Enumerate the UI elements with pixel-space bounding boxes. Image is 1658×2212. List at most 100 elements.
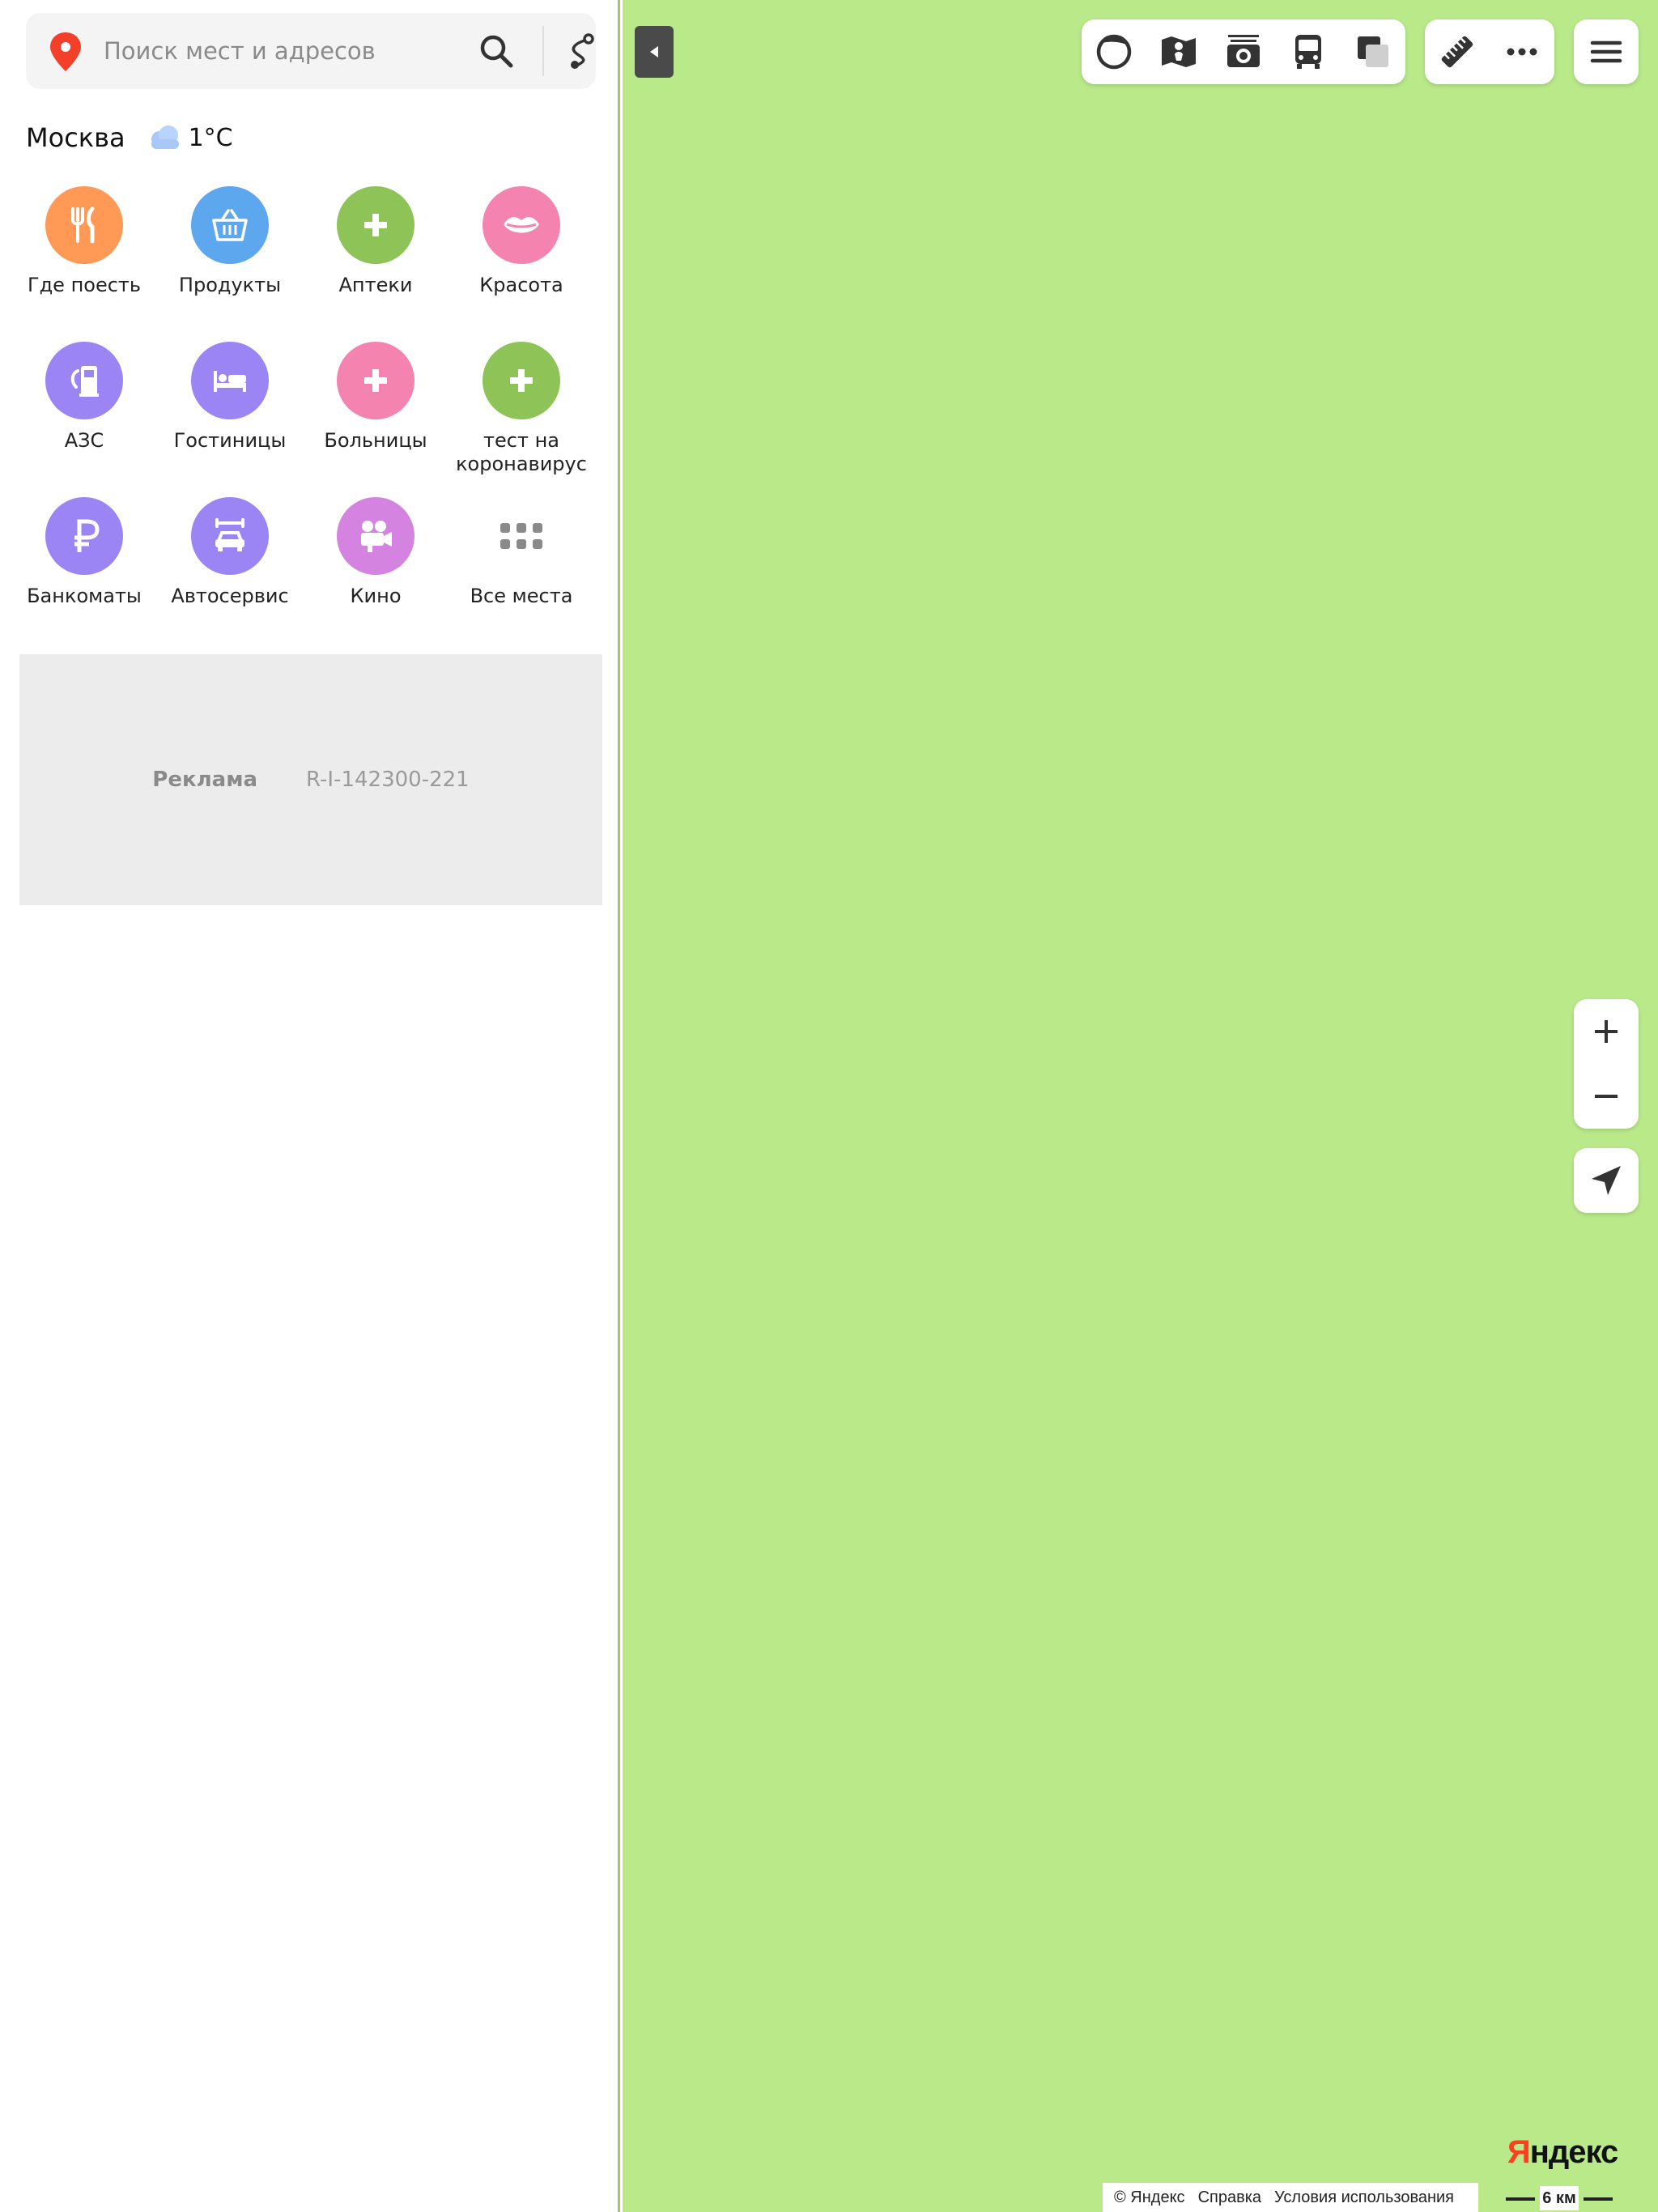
collapse-sidebar-button[interactable] bbox=[635, 26, 674, 78]
category-label: Банкоматы bbox=[27, 585, 142, 607]
category-groceries-circle bbox=[191, 186, 269, 264]
category-all-places[interactable]: Все места bbox=[449, 497, 594, 608]
scale-bar-right bbox=[1584, 2197, 1613, 2201]
chevron-left-icon bbox=[650, 46, 658, 57]
menu-toolbar bbox=[1574, 19, 1639, 84]
hamburger-menu-icon bbox=[1590, 40, 1622, 63]
category-food[interactable]: Где поесть bbox=[11, 186, 157, 297]
map-tools-toolbar bbox=[1425, 19, 1554, 84]
category-label: Красота bbox=[479, 274, 563, 296]
grid-dots-icon bbox=[500, 523, 542, 549]
category-car-service-circle bbox=[191, 497, 269, 575]
camera-icon bbox=[1227, 35, 1260, 67]
map-mode-button[interactable] bbox=[1146, 19, 1211, 84]
map-layers-toolbar bbox=[1082, 19, 1405, 84]
category-label: тест на коронавирус bbox=[456, 429, 587, 475]
sidebar: Поиск мест и адресов Москва 1°C Где поес… bbox=[0, 0, 620, 2212]
layers-icon bbox=[1358, 36, 1388, 67]
category-gas-station[interactable]: АЗС bbox=[11, 342, 157, 453]
category-label: Автосервис bbox=[171, 585, 289, 607]
photos-button[interactable] bbox=[1211, 19, 1276, 84]
city-weather-row: Москва 1°C bbox=[26, 120, 233, 155]
category-label: Гостиницы bbox=[173, 429, 287, 452]
category-car-service[interactable]: Автосервис bbox=[157, 497, 303, 608]
plus-icon bbox=[510, 369, 533, 392]
category-label: Больницы bbox=[324, 429, 427, 452]
map-scale: 6 км bbox=[1504, 2186, 1614, 2210]
zoom-out-button[interactable] bbox=[1574, 1064, 1639, 1129]
category-food-circle bbox=[45, 186, 123, 264]
scale-label: 6 км bbox=[1540, 2186, 1579, 2210]
fuel-icon bbox=[70, 366, 99, 397]
layers-button[interactable] bbox=[1341, 19, 1405, 84]
cloud-icon bbox=[151, 125, 179, 149]
category-label: АЗС bbox=[64, 429, 104, 452]
terms-link[interactable]: Условия использования bbox=[1274, 2189, 1454, 2207]
category-beauty[interactable]: Красота bbox=[449, 186, 594, 297]
panorama-button[interactable] bbox=[1082, 19, 1146, 84]
bus-icon bbox=[1295, 35, 1321, 69]
minus-icon bbox=[1595, 1095, 1618, 1098]
category-label: Где поесть bbox=[27, 274, 142, 296]
bed-icon bbox=[214, 371, 246, 392]
search-icon[interactable] bbox=[476, 31, 517, 71]
location-pin-icon bbox=[50, 32, 81, 71]
category-label: Кино bbox=[350, 585, 402, 607]
ruble-icon bbox=[74, 519, 100, 552]
help-link[interactable]: Справка bbox=[1198, 2189, 1261, 2207]
yandex-logo[interactable]: Яндекс bbox=[1507, 2134, 1618, 2171]
car-service-icon bbox=[215, 518, 244, 551]
map-fold-icon bbox=[1162, 36, 1196, 67]
category-atm-circle bbox=[45, 497, 123, 575]
map-footer: © Яндекс Справка Условия использования bbox=[1103, 2183, 1479, 2212]
ad-label: Реклама bbox=[152, 768, 258, 792]
search-input[interactable]: Поиск мест и адресов bbox=[104, 13, 376, 89]
logo-rest: ндекс bbox=[1529, 2134, 1619, 2170]
fork-knife-icon bbox=[71, 206, 95, 244]
menu-button[interactable] bbox=[1574, 19, 1639, 84]
category-cinema-circle bbox=[337, 497, 414, 575]
category-covid-test[interactable]: тест на коронавирус bbox=[449, 342, 594, 476]
search-bar[interactable]: Поиск мест и адресов bbox=[26, 13, 596, 89]
category-covid-test-circle bbox=[483, 342, 560, 419]
plus-icon bbox=[364, 214, 387, 236]
category-hotels[interactable]: Гостиницы bbox=[157, 342, 303, 453]
category-beauty-circle bbox=[483, 186, 560, 264]
category-label: Продукты bbox=[178, 274, 282, 296]
more-dots-icon bbox=[1507, 48, 1537, 56]
panorama-icon bbox=[1096, 34, 1132, 70]
category-cinema[interactable]: Кино bbox=[303, 497, 449, 608]
category-label: Аптеки bbox=[338, 274, 413, 296]
zoom-in-button[interactable] bbox=[1574, 999, 1639, 1064]
ad-id: R-I-142300-221 bbox=[306, 768, 470, 792]
category-pharmacy-circle bbox=[337, 186, 414, 264]
category-label: Все места bbox=[470, 585, 573, 607]
category-groceries[interactable]: Продукты bbox=[157, 186, 303, 297]
category-hotels-circle bbox=[191, 342, 269, 419]
film-camera-icon bbox=[361, 521, 392, 552]
transport-button[interactable] bbox=[1276, 19, 1341, 84]
category-hospitals[interactable]: Больницы bbox=[303, 342, 449, 453]
plus-icon bbox=[1595, 1020, 1618, 1043]
ruler-icon bbox=[1441, 36, 1473, 68]
zoom-control bbox=[1574, 999, 1639, 1129]
logo-first-letter: Я bbox=[1507, 2134, 1531, 2170]
map-canvas[interactable] bbox=[623, 0, 1658, 2212]
ad-banner[interactable]: Реклама R-I-142300-221 bbox=[19, 654, 602, 905]
category-atm[interactable]: Банкоматы bbox=[11, 497, 157, 608]
route-icon[interactable] bbox=[560, 31, 601, 71]
category-pharmacy[interactable]: Аптеки bbox=[303, 186, 449, 297]
category-all-places-circle bbox=[483, 497, 560, 575]
city-name[interactable]: Москва bbox=[26, 122, 125, 153]
lips-icon bbox=[504, 217, 539, 233]
my-location-button[interactable] bbox=[1574, 1148, 1639, 1213]
navigation-arrow-icon bbox=[1592, 1166, 1621, 1195]
more-button[interactable] bbox=[1490, 19, 1554, 84]
plus-icon bbox=[364, 369, 387, 392]
scale-bar-left bbox=[1506, 2197, 1535, 2201]
category-hospitals-circle bbox=[337, 342, 414, 419]
category-gas-station-circle bbox=[45, 342, 123, 419]
basket-icon bbox=[212, 209, 248, 241]
ruler-button[interactable] bbox=[1425, 19, 1490, 84]
search-divider bbox=[542, 26, 544, 76]
